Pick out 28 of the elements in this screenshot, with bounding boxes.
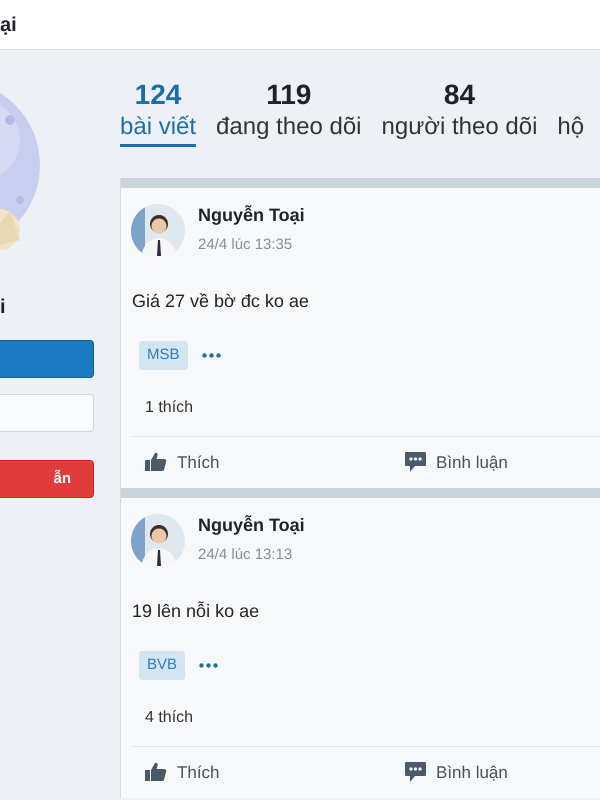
more-icon[interactable]: [199, 662, 218, 668]
post-time: 24/4 lúc 13:13: [198, 545, 294, 565]
post-time: 24/4 lúc 13:35: [198, 235, 294, 255]
thumbs-up-icon: [145, 762, 167, 782]
stat-count: 84: [444, 78, 476, 108]
comment-button[interactable]: Bình luận: [405, 760, 508, 785]
like-button[interactable]: Thích: [145, 760, 405, 785]
stat-count: 119: [266, 78, 312, 108]
like-count[interactable]: 1 thích: [145, 396, 600, 420]
post-text: Giá 27 về bờ đc ko ae: [132, 290, 310, 313]
author-name[interactable]: Nguyễn Toại: [198, 204, 305, 226]
profile-button[interactable]: ẫn: [0, 460, 94, 498]
comment-icon: [405, 452, 426, 473]
comment-button[interactable]: Bình luận: [405, 450, 508, 475]
page-title: ại: [0, 12, 17, 38]
thumbs-up-icon: [145, 452, 167, 472]
author-name[interactable]: Nguyễn Toại: [198, 514, 305, 536]
profile-name: i: [0, 295, 6, 320]
comment-icon: [405, 762, 426, 783]
stat-tab[interactable]: người theo dõi: [382, 112, 538, 147]
stat-count: 124: [134, 78, 182, 108]
post-text: 19 lên nỗi ko ae: [132, 600, 260, 623]
stat-tab[interactable]: đang theo dõi: [216, 112, 362, 147]
like-count[interactable]: 4 thích: [145, 706, 600, 730]
stat-tab[interactable]: hộ: [557, 112, 584, 147]
more-icon[interactable]: [202, 352, 221, 358]
stat-tab[interactable]: bài viết: [120, 112, 196, 147]
like-button[interactable]: Thích: [145, 450, 405, 475]
